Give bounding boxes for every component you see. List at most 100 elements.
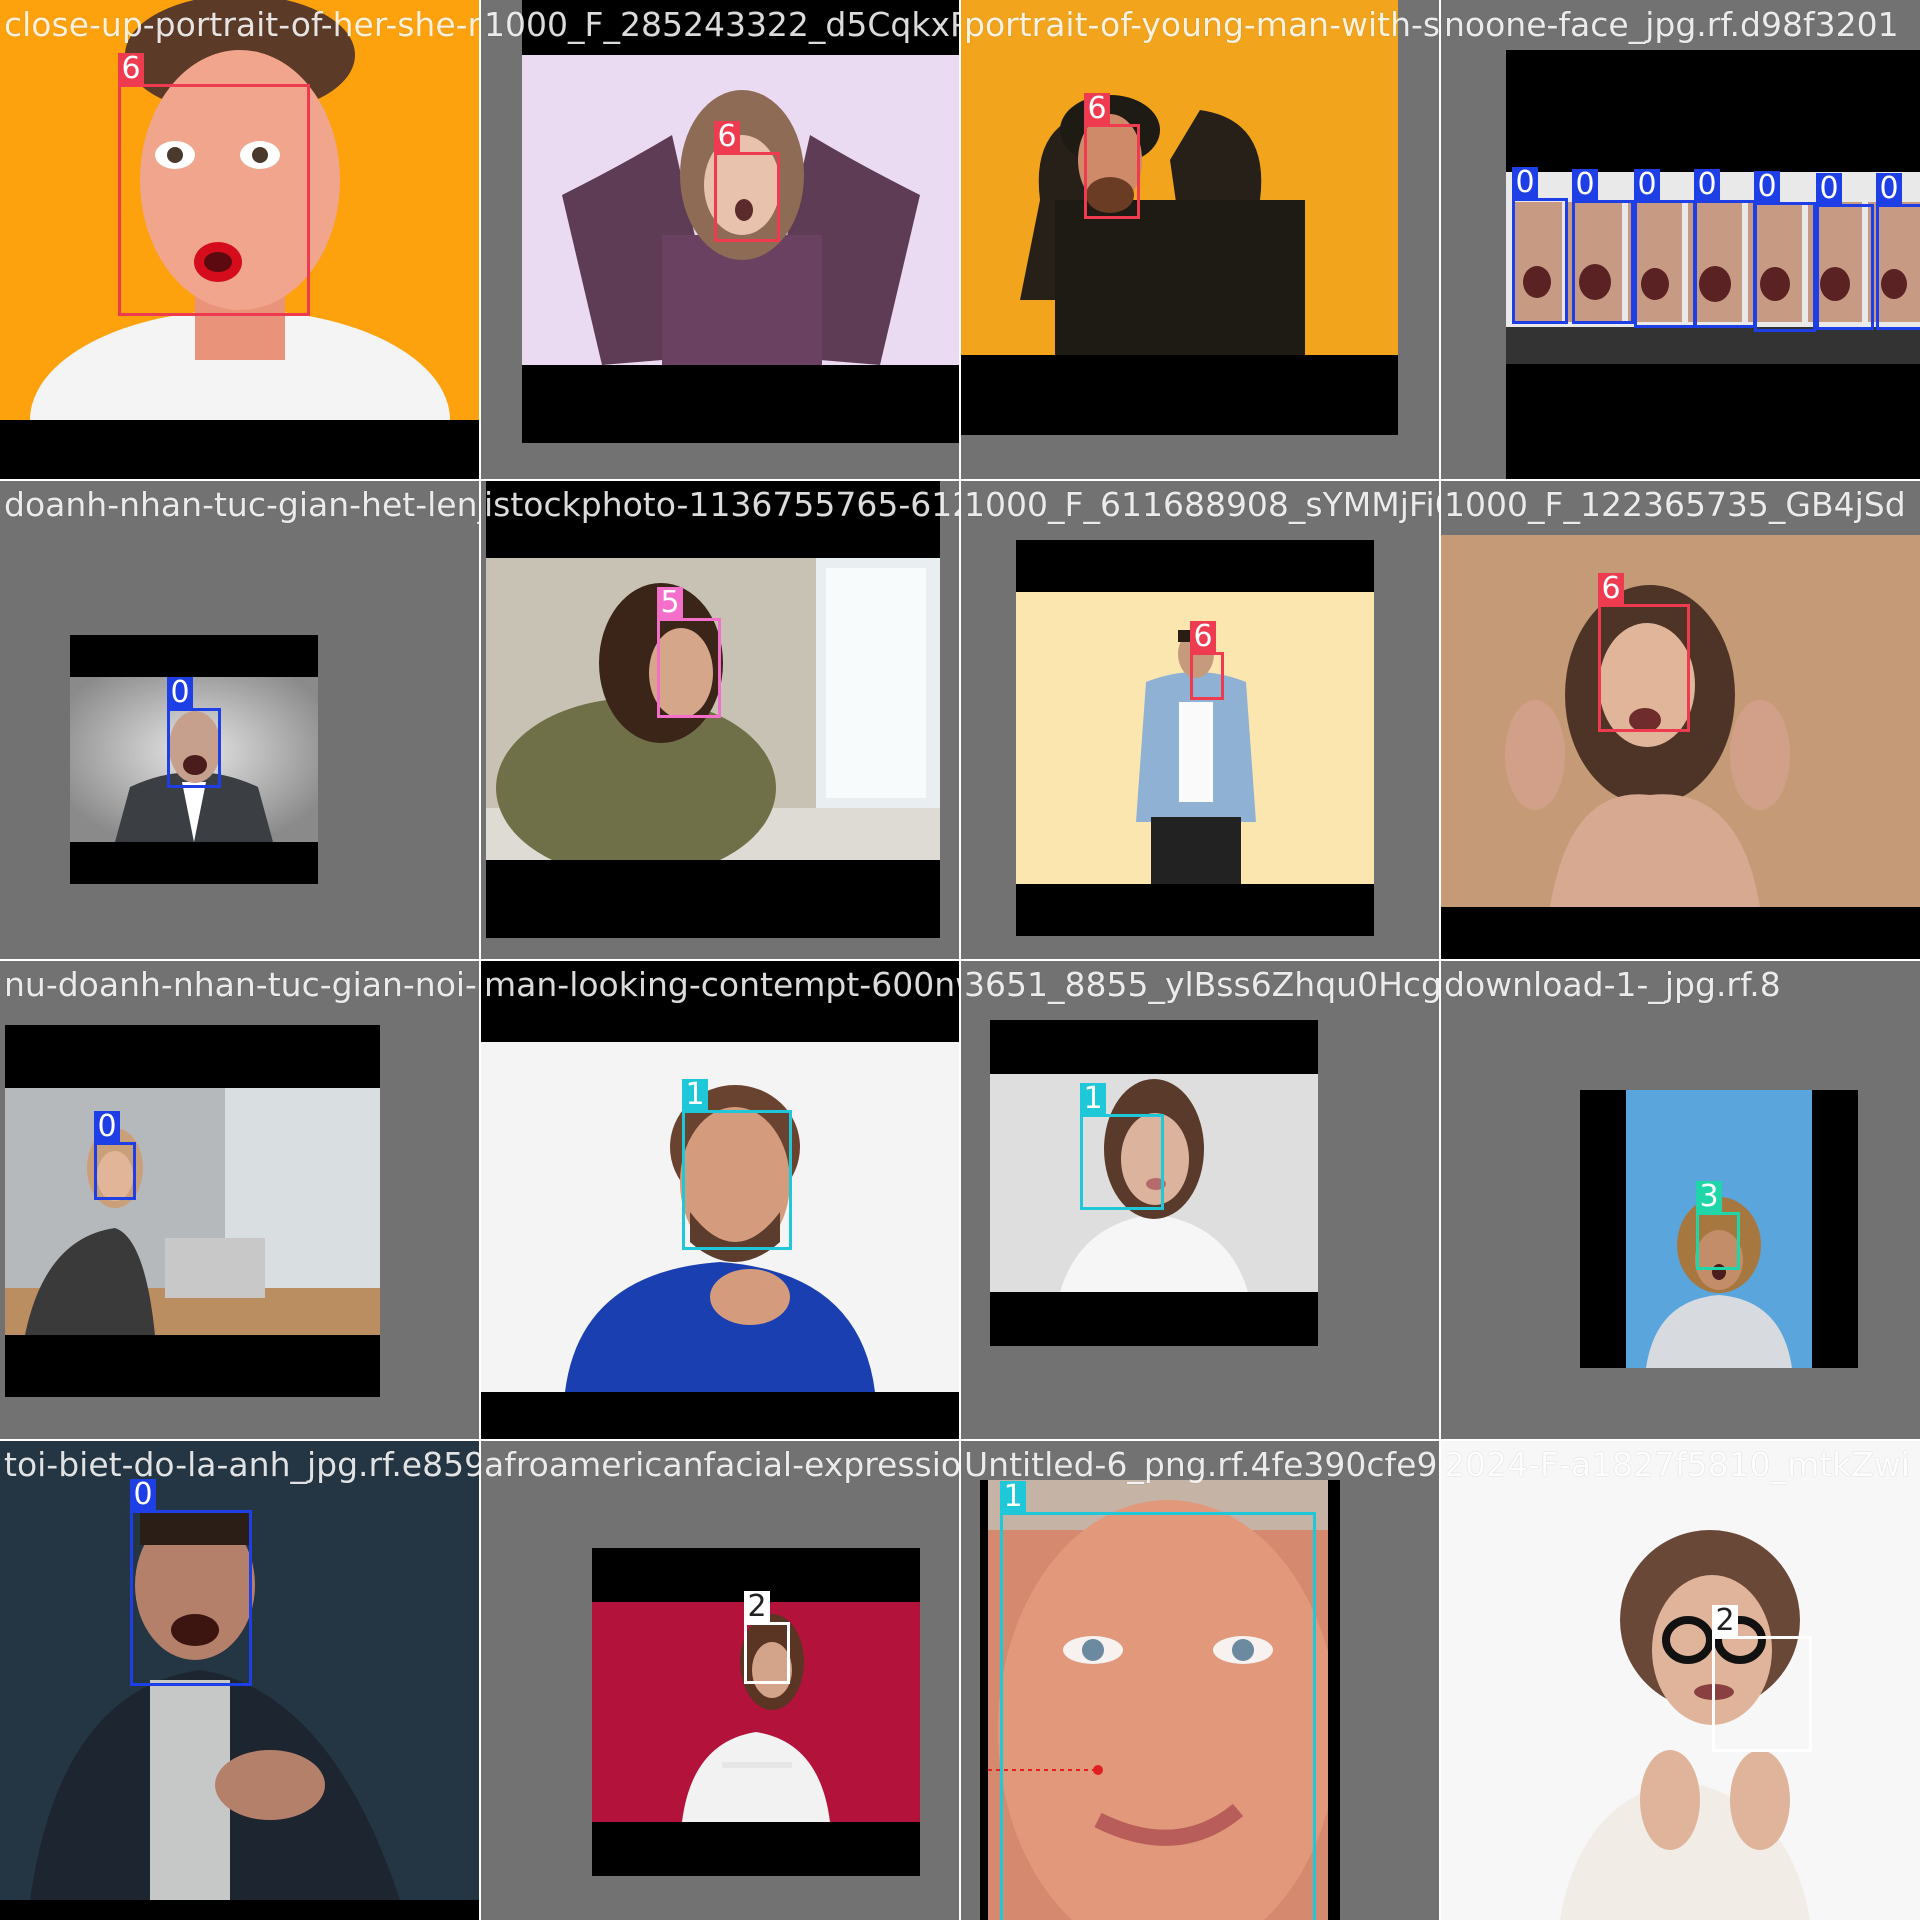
detection-label: 2 <box>1712 1605 1738 1637</box>
detection-box: 1 <box>1080 1083 1164 1210</box>
letterbox-bar <box>960 355 1398 435</box>
detection-box: 0 <box>1816 173 1874 330</box>
letterbox-bar <box>990 1292 1318 1346</box>
detection-label: 0 <box>1512 167 1538 199</box>
tile-4: 0 0 0 0 0 0 0 noone-face_jpg.rf.d98f3201 <box>1440 0 1920 480</box>
tile-caption: 3651_8855_ylBss6Zhqu0Hcg0P1QLjpeg.rf.3b4… <box>964 965 1440 1004</box>
detection-label: 0 <box>130 1479 156 1511</box>
detection-label: 0 <box>167 677 193 709</box>
tile-11: 1 3651_8855_ylBss6Zhqu0Hcg0P1QLjpeg.rf.3… <box>960 960 1440 1440</box>
detection-box: 2 <box>1712 1605 1812 1752</box>
detection-box: 0 <box>1754 171 1816 332</box>
detection-box: 6 <box>118 53 310 316</box>
tile-caption: 1000_F_122365735_GB4jSd <box>1444 485 1906 524</box>
detection-box: 5 <box>657 587 721 718</box>
letterbox-bar <box>980 1480 988 1920</box>
detection-box: 0 <box>1572 169 1634 324</box>
detection-label: 6 <box>1084 93 1110 125</box>
letterbox-bar <box>0 420 480 480</box>
letterbox-bar <box>480 1392 960 1440</box>
letterbox-bar <box>1328 1480 1340 1920</box>
photo <box>5 1088 380 1335</box>
letterbox-bar <box>486 480 940 558</box>
letterbox-bar <box>1580 1090 1626 1368</box>
detection-box: 6 <box>1190 621 1224 700</box>
letterbox-bar <box>70 842 318 884</box>
letterbox-bar <box>70 635 318 677</box>
tile-caption: afroamericanfacial-expression-gir <box>484 1445 960 1484</box>
tile-16: 2 2024-F-a1827f5810_mtkZwi <box>1440 1440 1920 1920</box>
tile-12: 3 download-1-_jpg.rf.8 <box>1440 960 1920 1440</box>
detection-label: 6 <box>1190 621 1216 653</box>
letterbox-bar <box>1440 907 1920 960</box>
tile-3: 6 portrait-of-young-man-with-shocked-fac… <box>960 0 1440 480</box>
letterbox-bar <box>990 1020 1318 1074</box>
detection-box: 3 <box>1696 1181 1740 1270</box>
detection-box: 6 <box>1598 573 1690 732</box>
detection-label: 0 <box>1754 171 1780 203</box>
tile-caption: noone-face_jpg.rf.d98f3201 <box>1444 5 1899 44</box>
detection-label: 0 <box>1816 173 1842 205</box>
detection-box: 6 <box>1084 93 1140 219</box>
tile-caption: nu-doanh-nhan-tuc-gian-noi-chuyen-dien-t <box>4 965 480 1004</box>
letterbox-bar <box>1016 884 1374 936</box>
letterbox-bar <box>486 860 940 938</box>
grid-divider <box>0 479 1920 481</box>
letterbox-bar <box>522 0 960 55</box>
tile-10: 1 man-looking-contempt-600nw-1803572255_… <box>480 960 960 1440</box>
photo <box>960 0 1398 355</box>
letterbox-bar <box>5 1335 380 1397</box>
portrait-illustration <box>960 0 1398 355</box>
detection-label: 1 <box>682 1079 708 1111</box>
detection-label: 0 <box>1694 169 1720 201</box>
detection-label: 6 <box>118 53 144 85</box>
grid-divider <box>0 1439 1920 1441</box>
tile-caption: doanh-nhan-tuc-gian-het-len_jpg.rf.bd02 <box>4 485 480 524</box>
letterbox-bar <box>1506 364 1920 480</box>
tile-1: 6 close-up-portrait-of-her-she-nice-attr… <box>0 0 480 480</box>
tile-caption: 1000_F_611688908_sYMMjFi08Vjbzn0a2ESk7d5 <box>964 485 1440 524</box>
letterbox-bar <box>5 1025 380 1088</box>
detection-box: 2 <box>744 1591 790 1684</box>
tile-8: 6 1000_F_122365735_GB4jSd <box>1440 480 1920 960</box>
detection-label: 0 <box>1634 169 1660 201</box>
tile-15: 1 Untitled-6_png.rf.4fe390cfe93b <box>960 1440 1440 1920</box>
detection-label: 5 <box>657 587 683 619</box>
tile-5: 0 doanh-nhan-tuc-gian-het-len_jpg.rf.bd0… <box>0 480 480 960</box>
detection-label: 6 <box>714 121 740 153</box>
tile-14: 2 afroamericanfacial-expression-gir <box>480 1440 960 1920</box>
detection-label: 0 <box>1572 169 1598 201</box>
detection-box: 6 <box>714 121 780 242</box>
detection-box: 0 <box>1694 169 1756 328</box>
detection-box: 0 <box>1876 173 1920 330</box>
detection-box: 1 <box>682 1079 792 1250</box>
letterbox-bar <box>480 960 960 1042</box>
detection-box: 0 <box>1512 167 1568 324</box>
tile-caption: Untitled-6_png.rf.4fe390cfe93b <box>964 1445 1440 1484</box>
photo <box>1440 1440 1920 1920</box>
detection-label: 0 <box>1876 173 1902 205</box>
detection-box: 1 <box>1000 1481 1316 1920</box>
mosaic-grid: 6 close-up-portrait-of-her-she-nice-attr… <box>0 0 1920 1920</box>
detection-label: 6 <box>1598 573 1624 605</box>
tile-6: 5 istockphoto-1136755765-612x612_jpg.rf.… <box>480 480 960 960</box>
detection-box: 0 <box>94 1111 136 1200</box>
detection-box: 0 <box>1634 169 1696 328</box>
detection-label: 0 <box>94 1111 120 1143</box>
letterbox-bar <box>1016 540 1374 592</box>
letterbox-bar <box>1812 1090 1858 1368</box>
detection-label: 2 <box>744 1591 770 1623</box>
tile-7: 6 1000_F_611688908_sYMMjFi08Vjbzn0a2ESk7… <box>960 480 1440 960</box>
letterbox-bar <box>592 1822 920 1876</box>
tile-13: 0 toi-biet-do-la-anh_jpg.rf.e859af0e14ff… <box>0 1440 480 1920</box>
portrait-illustration <box>1440 1440 1920 1920</box>
tile-2: 6 1000_F_285243322_d5CqkxPRBiCYbOYBpGiv7… <box>480 0 960 480</box>
detection-label: 1 <box>1080 1083 1106 1115</box>
office-illustration <box>5 1088 380 1335</box>
letterbox-bar <box>522 365 960 443</box>
letterbox-bar <box>0 1900 480 1920</box>
tile-9: 0 nu-doanh-nhan-tuc-gian-noi-chuyen-dien… <box>0 960 480 1440</box>
detection-box: 0 <box>167 677 221 788</box>
detection-box: 0 <box>130 1479 252 1686</box>
tile-caption: download-1-_jpg.rf.8 <box>1444 965 1781 1004</box>
